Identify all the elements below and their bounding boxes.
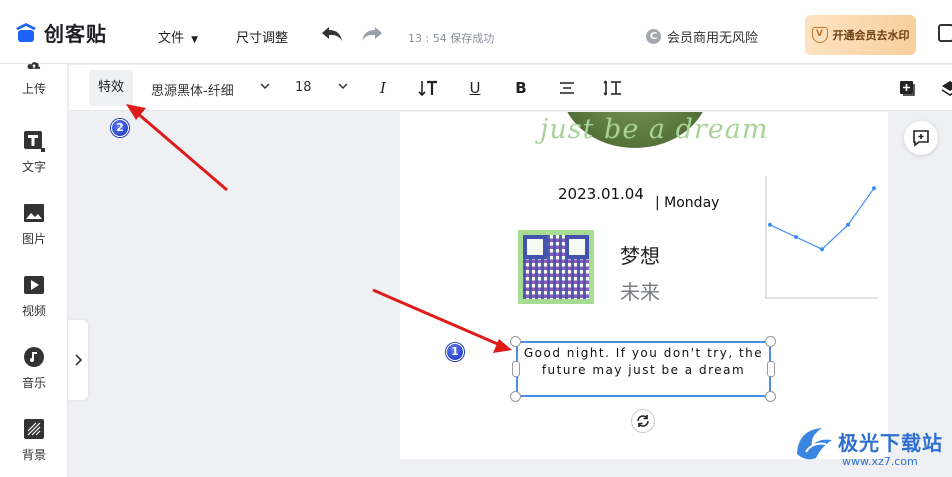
resize-handle-right[interactable] (767, 361, 775, 377)
resize-handle-top-right[interactable] (765, 336, 776, 347)
commercial-use-link[interactable]: C 会员商用无风险 (646, 27, 758, 46)
watermark-logo-icon (797, 428, 832, 460)
collapse-panel-tab[interactable] (68, 320, 88, 400)
align-center-icon[interactable] (557, 78, 577, 98)
app-name: 创客贴 (44, 22, 107, 46)
bold-button[interactable]: B (511, 78, 531, 98)
app-logo[interactable]: 创客贴 (14, 18, 107, 47)
undo-icon[interactable] (320, 25, 344, 43)
chart-point (768, 222, 772, 227)
top-bar: 创客贴 文件 ▼ 尺寸调整 13 : 54 保存成功 C 会员商用无风险 V 开… (0, 0, 952, 64)
sidebar-item-label: 音乐 (21, 376, 46, 390)
chevron-down-icon[interactable] (259, 82, 271, 90)
annotation-marker-2: 2 (111, 119, 129, 137)
save-status: 13 : 54 保存成功 (408, 32, 495, 45)
background-icon (24, 419, 44, 439)
image-icon (24, 204, 44, 222)
date-text[interactable]: 2023.01.04 (558, 185, 644, 203)
chart-point (872, 186, 876, 191)
file-menu[interactable]: 文件 ▼ (158, 27, 198, 46)
chart-point (846, 222, 850, 227)
effects-button[interactable]: 特效 (89, 70, 133, 106)
chevron-right-icon (75, 354, 82, 366)
vip-button[interactable]: V 开通会员去水印 (805, 15, 916, 55)
text-toolbar: 特效 思源黑体-纤细 18 I U B (69, 65, 952, 111)
file-menu-label: 文件 (158, 31, 185, 46)
resize-handle-left[interactable] (512, 361, 520, 377)
text-icon (24, 131, 45, 152)
sidebar-item-label: 图片 (21, 232, 46, 246)
design-page[interactable]: just be a dream 2023.01.04 | Monday 梦想 未… (400, 112, 888, 459)
selected-text-content[interactable]: Good night. If you don't try, the future… (521, 345, 766, 379)
font-size-select[interactable]: 18 (295, 80, 312, 95)
vip-icon: V (811, 27, 828, 43)
add-layer-icon[interactable] (897, 78, 917, 98)
future-text[interactable]: 未来 (620, 276, 660, 305)
annotation-marker-1: 1 (446, 343, 464, 361)
music-icon (24, 347, 44, 367)
sidebar-item-label: 背景 (21, 448, 46, 462)
watermark-url: www.xz7.com (842, 455, 918, 468)
rotate-icon (637, 415, 649, 427)
sidebar-item-image[interactable]: 图片 (0, 202, 68, 247)
redo-icon[interactable] (360, 25, 384, 43)
layers-icon[interactable] (940, 78, 952, 98)
weekday-text[interactable]: | Monday (655, 195, 719, 211)
italic-button[interactable]: I (373, 78, 393, 98)
sidebar-item-text[interactable]: 文字 (0, 130, 68, 175)
left-sidebar: 上传 文字 图片 视频 音乐 背景 (0, 62, 68, 477)
resize-handle-bottom-right[interactable] (765, 391, 776, 402)
sidebar-item-label: 视频 (21, 304, 46, 318)
underline-button[interactable]: U (465, 78, 485, 98)
sidebar-item-label: 上传 (21, 82, 46, 96)
dream-text[interactable]: 梦想 (620, 240, 660, 269)
message-icon[interactable] (938, 24, 952, 42)
chart-point (820, 247, 824, 252)
resize-handle-top-left[interactable] (510, 336, 521, 347)
add-comment-icon (913, 130, 929, 147)
line-spacing-icon[interactable] (418, 78, 438, 98)
selected-text-box[interactable]: Good night. If you don't try, the future… (516, 341, 771, 397)
sidebar-item-music[interactable]: 音乐 (0, 346, 68, 391)
watermark-title: 极光下载站 (838, 431, 943, 455)
video-icon (24, 276, 44, 294)
commercial-use-label: 会员商用无风险 (667, 31, 759, 46)
resize-handle-bottom-left[interactable] (510, 391, 521, 402)
rotate-handle[interactable] (631, 409, 655, 433)
qr-code[interactable] (518, 230, 594, 304)
script-text[interactable]: just be a dream (540, 114, 768, 145)
letter-spacing-icon[interactable] (603, 78, 623, 98)
logo-icon (16, 22, 36, 42)
font-family-select[interactable]: 思源黑体-纤细 (151, 80, 245, 99)
sidebar-item-background[interactable]: 背景 (0, 418, 68, 463)
sidebar-item-upload[interactable]: 上传 (0, 60, 68, 97)
site-watermark: 极光下载站 www.xz7.com (790, 420, 950, 475)
line-chart[interactable] (758, 170, 883, 318)
chart-point (794, 235, 798, 239)
caret-down-icon: ▼ (191, 35, 199, 45)
chart-axes (765, 176, 878, 299)
chevron-down-icon[interactable] (337, 82, 349, 90)
sidebar-item-video[interactable]: 视频 (0, 274, 68, 319)
vip-button-label: 开通会员去水印 (832, 29, 910, 42)
chart-series-line (769, 187, 875, 250)
add-comment-button[interactable] (904, 121, 938, 155)
upload-icon (27, 62, 41, 69)
resize-menu[interactable]: 尺寸调整 (236, 27, 288, 46)
sidebar-item-label: 文字 (21, 160, 46, 174)
copyright-icon: C (646, 29, 661, 44)
